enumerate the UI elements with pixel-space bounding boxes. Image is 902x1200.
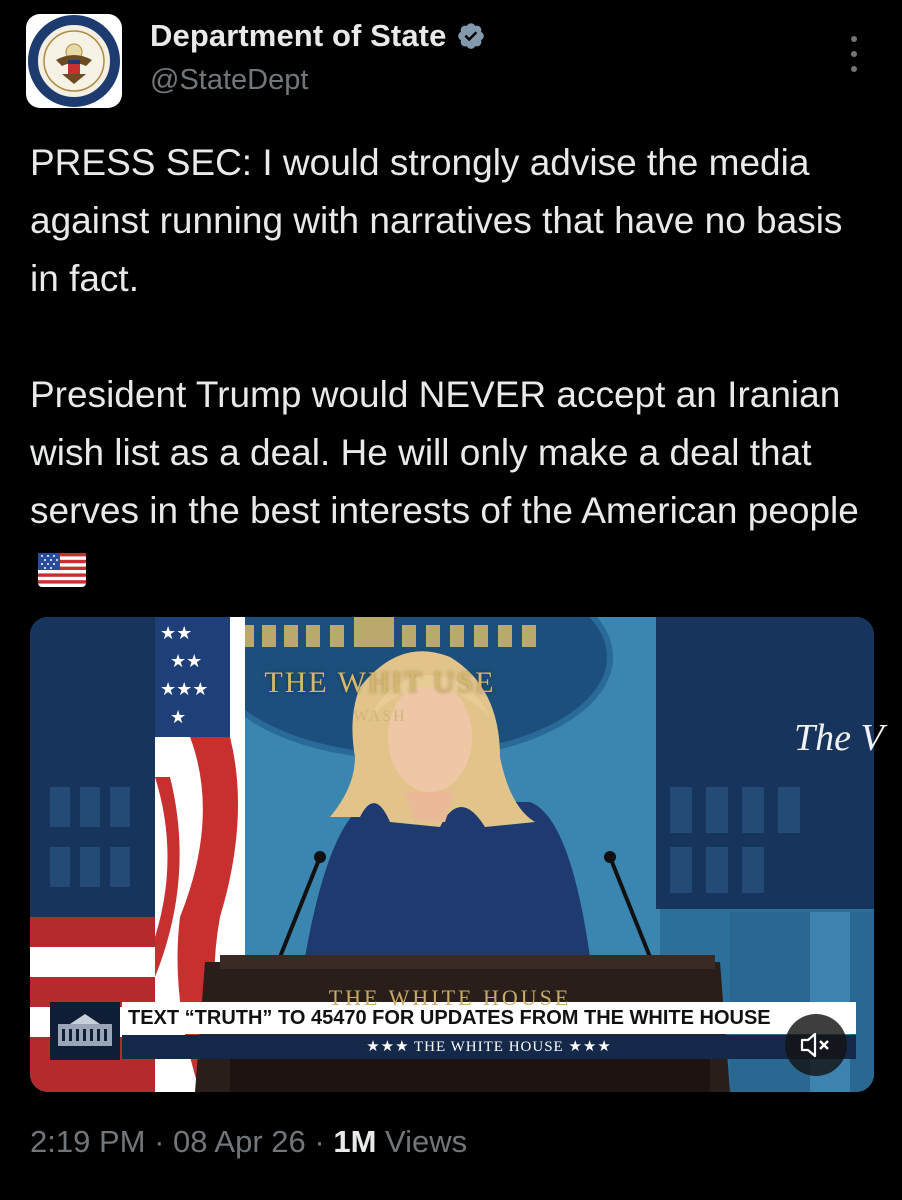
department-of-state-seal-icon (28, 15, 120, 107)
white-house-logo-icon (50, 1002, 120, 1060)
avatar[interactable] (26, 14, 122, 108)
meta-separator: · (154, 1124, 165, 1159)
seal-subtext: WASH (353, 708, 407, 725)
tweet-date[interactable]: 08 Apr 26 (173, 1124, 306, 1159)
svg-text:★★: ★★ (160, 623, 192, 644)
us-flag-emoji-icon (38, 553, 86, 587)
tweet-paragraph-1: PRESS SEC: I would strongly advise the m… (30, 142, 843, 299)
chyron-subline: ★★★ THE WHITE HOUSE ★★★ (122, 1035, 856, 1059)
svg-text:★★★: ★★★ (160, 679, 208, 700)
more-options-icon[interactable] (843, 34, 865, 74)
seal-text: THE WHIT USE (264, 666, 496, 699)
tweet-text: PRESS SEC: I would strongly advise the m… (30, 134, 880, 598)
speaker-muted-icon (800, 1032, 829, 1058)
tweet-paragraph-2-text: President Trump would NEVER accept an Ir… (30, 374, 859, 531)
svg-text:★★: ★★ (170, 651, 202, 672)
meta-separator: · (314, 1124, 325, 1159)
author-handle[interactable]: @StateDept (150, 64, 308, 97)
screen-text: The V (794, 717, 884, 759)
tweet-paragraph-2: President Trump would NEVER accept an Ir… (30, 366, 880, 598)
tweet-meta: 2:19 PM · 08 Apr 26 · 1M Views (30, 1124, 467, 1160)
tweet-time[interactable]: 2:19 PM (30, 1124, 145, 1159)
verified-badge-icon (458, 23, 485, 49)
svg-text:★: ★ (170, 707, 186, 728)
mute-button[interactable] (785, 1014, 847, 1076)
display-name[interactable]: Department of State (150, 18, 446, 54)
views-count[interactable]: 1M (333, 1124, 376, 1159)
podium-text: THE WHITE HOUSE (328, 985, 572, 1010)
views-label: Views (385, 1124, 468, 1159)
